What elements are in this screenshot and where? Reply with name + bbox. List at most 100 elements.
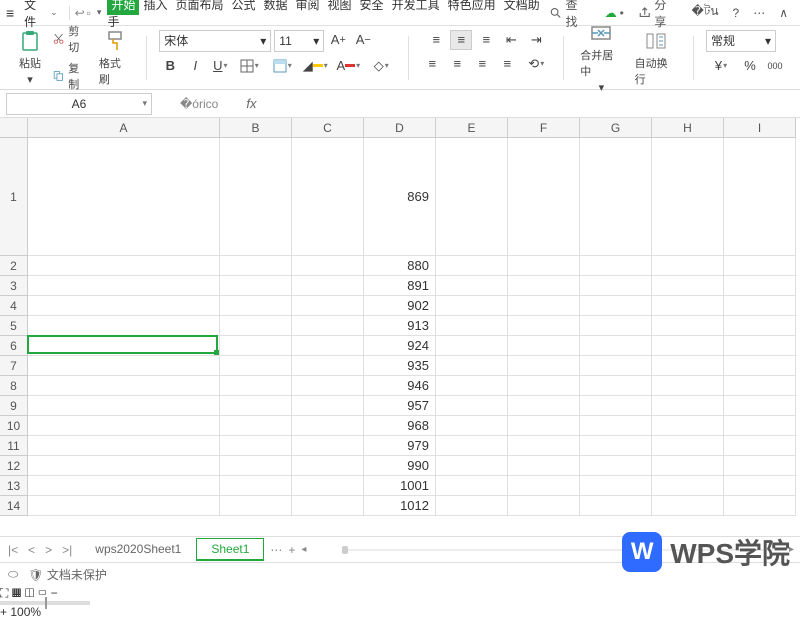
cell-H5[interactable]: [652, 316, 724, 336]
cell-D10[interactable]: 968: [364, 416, 436, 436]
hscroll-thumb[interactable]: [342, 546, 348, 554]
cell-B14[interactable]: [220, 496, 292, 516]
col-header-C[interactable]: C: [292, 118, 364, 138]
format-painter-button[interactable]: 格式刷: [95, 27, 134, 89]
record-icon[interactable]: ⬭: [8, 567, 18, 582]
cell-G11[interactable]: [580, 436, 652, 456]
cell-B11[interactable]: [220, 436, 292, 456]
cell-F4[interactable]: [508, 296, 580, 316]
cell-I7[interactable]: [724, 356, 796, 376]
cell-E2[interactable]: [436, 256, 508, 276]
cell-G13[interactable]: [580, 476, 652, 496]
hscroll-left-icon[interactable]: ◂: [301, 544, 306, 555]
align-bottom-button[interactable]: ≡: [475, 30, 497, 50]
decrease-font-button[interactable]: A−: [352, 30, 374, 50]
underline-button[interactable]: U▾: [209, 56, 231, 76]
cell-F8[interactable]: [508, 376, 580, 396]
row-header-11[interactable]: 11: [0, 436, 28, 456]
cell-F12[interactable]: [508, 456, 580, 476]
cell-H13[interactable]: [652, 476, 724, 496]
cell-C8[interactable]: [292, 376, 364, 396]
sheet-nav-next-icon[interactable]: >: [43, 543, 54, 557]
cell-I9[interactable]: [724, 396, 796, 416]
view-normal-icon[interactable]: ▦: [12, 586, 22, 600]
help-icon[interactable]: ?: [727, 6, 746, 20]
paste-button[interactable]: 粘贴 ▾: [14, 27, 46, 88]
cell-I4[interactable]: [724, 296, 796, 316]
cell-I2[interactable]: [724, 256, 796, 276]
cell-A9[interactable]: [28, 396, 220, 416]
sheet-tab-0[interactable]: wps2020Sheet1: [80, 538, 196, 561]
bold-button[interactable]: B: [159, 56, 181, 76]
formula-input[interactable]: [264, 93, 800, 115]
cell-A2[interactable]: [28, 256, 220, 276]
cut-button[interactable]: 剪切: [50, 22, 91, 56]
cell-I6[interactable]: [724, 336, 796, 356]
cell-I13[interactable]: [724, 476, 796, 496]
cell-F11[interactable]: [508, 436, 580, 456]
share-button[interactable]: 分享: [632, 0, 684, 30]
row-header-8[interactable]: 8: [0, 376, 28, 396]
col-header-A[interactable]: A: [28, 118, 220, 138]
cell-D13[interactable]: 1001: [364, 476, 436, 496]
cell-B8[interactable]: [220, 376, 292, 396]
cell-G1[interactable]: [580, 138, 652, 256]
cell-F6[interactable]: [508, 336, 580, 356]
cell-A12[interactable]: [28, 456, 220, 476]
cell-H12[interactable]: [652, 456, 724, 476]
cell-I11[interactable]: [724, 436, 796, 456]
cell-C14[interactable]: [292, 496, 364, 516]
cell-A1[interactable]: [28, 138, 220, 256]
cell-D4[interactable]: 902: [364, 296, 436, 316]
hscroll-track[interactable]: [332, 544, 783, 556]
row-header-10[interactable]: 10: [0, 416, 28, 436]
align-left-button[interactable]: ≡: [421, 54, 443, 74]
sheet-nav-last-icon[interactable]: >|: [60, 543, 74, 557]
row-header-2[interactable]: 2: [0, 256, 28, 276]
zoom-in-icon[interactable]: +: [0, 605, 7, 619]
cell-E4[interactable]: [436, 296, 508, 316]
cell-D11[interactable]: 979: [364, 436, 436, 456]
align-right-button[interactable]: ≡: [471, 54, 493, 74]
cell-A10[interactable]: [28, 416, 220, 436]
cell-I5[interactable]: [724, 316, 796, 336]
toolbar-backfile-icon[interactable]: ↩: [75, 6, 85, 20]
menu-tab-2[interactable]: 页面布局: [171, 0, 227, 15]
cell-B9[interactable]: [220, 396, 292, 416]
col-header-E[interactable]: E: [436, 118, 508, 138]
cell-A8[interactable]: [28, 376, 220, 396]
sheet-add-icon[interactable]: +: [288, 543, 295, 557]
row-header-13[interactable]: 13: [0, 476, 28, 496]
row-header-1[interactable]: 1: [0, 138, 28, 256]
cell-I8[interactable]: [724, 376, 796, 396]
cell-D3[interactable]: 891: [364, 276, 436, 296]
align-top-button[interactable]: ≡: [425, 30, 447, 50]
row-header-14[interactable]: 14: [0, 496, 28, 516]
justify-button[interactable]: ≡: [496, 54, 518, 74]
decrease-indent-button[interactable]: ⇤: [500, 30, 522, 50]
cell-A6[interactable]: [28, 336, 220, 356]
name-box[interactable]: A6▾: [6, 93, 152, 115]
cell-F13[interactable]: [508, 476, 580, 496]
cell-H14[interactable]: [652, 496, 724, 516]
cell-G10[interactable]: [580, 416, 652, 436]
cell-C12[interactable]: [292, 456, 364, 476]
cell-A13[interactable]: [28, 476, 220, 496]
merge-center-button[interactable]: 合并居中 ▾: [576, 19, 626, 96]
cell-G2[interactable]: [580, 256, 652, 276]
cell-G3[interactable]: [580, 276, 652, 296]
align-middle-button[interactable]: ≡: [450, 30, 472, 50]
cell-H11[interactable]: [652, 436, 724, 456]
cell-E9[interactable]: [436, 396, 508, 416]
cell-B3[interactable]: [220, 276, 292, 296]
cell-G9[interactable]: [580, 396, 652, 416]
cell-I1[interactable]: [724, 138, 796, 256]
cell-A7[interactable]: [28, 356, 220, 376]
col-header-H[interactable]: H: [652, 118, 724, 138]
row-header-5[interactable]: 5: [0, 316, 28, 336]
cell-G4[interactable]: [580, 296, 652, 316]
cell-G7[interactable]: [580, 356, 652, 376]
cell-E10[interactable]: [436, 416, 508, 436]
cell-E3[interactable]: [436, 276, 508, 296]
cell-C2[interactable]: [292, 256, 364, 276]
